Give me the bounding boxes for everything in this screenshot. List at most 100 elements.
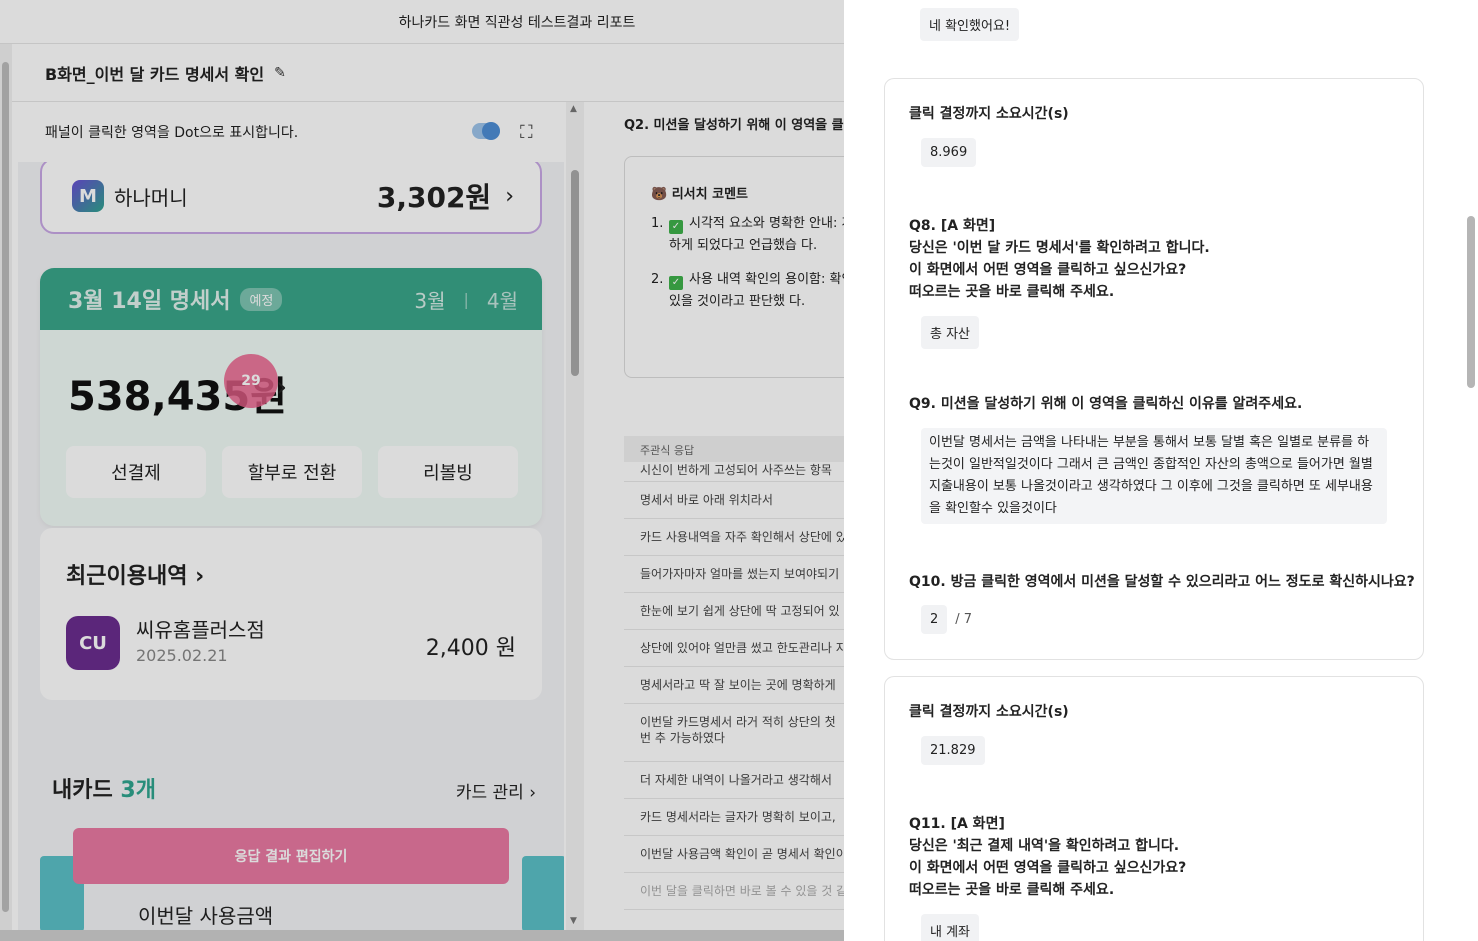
response-card: 클릭 결정까지 소요시간(s) 8.969 Q8. [A 화면] 당신은 '이번… xyxy=(884,78,1424,660)
hanamoney-amount: 3,302원 xyxy=(376,181,492,214)
answer-item: 시신이 번하게 고성되어 사주쓰는 항목 xyxy=(624,462,844,482)
scroll-up-icon[interactable]: ▲ xyxy=(570,104,577,114)
answer-item: 이번달 카드명세서 라거 적히 상단의 첫번 추 가능하였다 xyxy=(624,704,844,762)
statement-buttons: 선결제 할부로 전환 리볼빙 xyxy=(66,446,518,498)
time-label: 클릭 결정까지 소요시간(s) xyxy=(909,704,1069,720)
answer-chip: 네 확인했어요! xyxy=(920,8,1020,41)
chevron-right-icon: › xyxy=(276,370,288,403)
phone-screen-preview: M 하나머니 3,302원 › 3월 14일 명세서 예정 3월 | 4월 53… xyxy=(18,162,564,932)
comment-number: 2. xyxy=(651,272,664,287)
heatmap-panel: 패널이 클릭한 영역을 Dot으로 표시합니다. ⛶ M 하나머니 3,302원… xyxy=(12,102,584,932)
response-card: 클릭 결정까지 소요시간(s) 21.829 Q11. [A 화면] 당신은 '… xyxy=(884,676,1424,941)
dot-toggle[interactable] xyxy=(472,122,500,140)
scroll-down-icon[interactable]: ▼ xyxy=(570,916,577,926)
q8-line4: 떠오르는 곳을 바로 클릭해 주세요. xyxy=(909,284,1115,300)
left-scrollbar[interactable] xyxy=(0,44,12,934)
my-cards-label: 내카드 xyxy=(52,778,113,803)
comment-text: 시각적 요소와 명확한 안내: 게 클릭하게 되었다고 언급했습 다. xyxy=(669,216,844,253)
hanamoney-logo-icon: M xyxy=(72,180,104,212)
answer-list-header: 주관식 응답 xyxy=(624,436,844,462)
q8-answer: 총 자산 xyxy=(921,316,980,349)
comment-item: 1. ✓시각적 요소와 명확한 안내: 게 클릭하게 되었다고 언급했습 다. xyxy=(651,213,844,257)
screen-title: B화면_이번 달 카드 명세서 확인 xyxy=(45,64,265,84)
time-value: 8.969 xyxy=(921,138,977,167)
q11-answer: 내 계좌 xyxy=(921,914,980,941)
this-month-amount-label: 이번달 사용금액 xyxy=(138,904,274,928)
q10-value: 2 xyxy=(921,605,948,634)
comment-text: 사용 내역 확인의 용이함: 확인할 수 있을 것이라고 판단했 다. xyxy=(669,272,844,309)
answer-item: 카드 사용내역을 자주 확인해서 상단에 있 xyxy=(624,519,844,556)
drawer-scrollbar[interactable] xyxy=(1464,0,1478,941)
response-detail-drawer: 네 확인했어요! 클릭 결정까지 소요시간(s) 8.969 Q8. [A 화면… xyxy=(844,0,1478,941)
check-icon: ✓ xyxy=(669,220,683,234)
my-cards-title: 내카드 3개 xyxy=(52,772,156,804)
answer-item: 이번 달을 클릭하면 바로 볼 수 있을 것 같 xyxy=(624,873,844,910)
q8-line3: 이 화면에서 어떤 영역을 클릭하고 싶으신가요? xyxy=(909,262,1187,278)
edit-response-button[interactable]: 응답 결과 편집하기 xyxy=(73,828,509,884)
hanamoney-label: 하나머니 xyxy=(114,185,188,210)
middle-scrollbar[interactable]: ▲ ▼ xyxy=(566,102,584,930)
my-cards-count: 3개 xyxy=(120,778,156,803)
research-comment-title: 🐻 리서치 코멘트 xyxy=(651,187,748,202)
comment-item: 2. ✓사용 내역 확인의 용이함: 확인할 수 있을 것이라고 판단했 다. xyxy=(651,269,844,313)
research-comment-box: 🐻 리서치 코멘트 1. ✓시각적 요소와 명확한 안내: 게 클릭하게 되었다… xyxy=(624,156,844,378)
horizontal-scrollbar[interactable] xyxy=(0,930,844,941)
store-amount: 2,400 원 xyxy=(425,636,516,661)
expand-icon[interactable]: ⛶ xyxy=(520,122,533,143)
q10-scale-max: / 7 xyxy=(955,612,973,627)
answer-item: 이번달 사용금액 확인이 곧 명세서 확인이 xyxy=(624,836,844,873)
statement-header: 3월 14일 명세서 예정 3월 | 4월 xyxy=(40,268,542,330)
cu-logo-icon: CU xyxy=(66,616,120,670)
store-date: 2025.02.21 xyxy=(136,646,228,665)
answer-item: 상단에 있어야 얼만큼 썼고 한도관리나 지 xyxy=(624,630,844,667)
analysis-panel: Q2. 미션을 달성하기 위해 이 영역을 클릭 🐻 리서치 코멘트 1. ✓ 시… xyxy=(584,102,844,930)
store-name: 씨유홈플러스점 xyxy=(136,618,265,642)
drawer-scrollbar-thumb[interactable] xyxy=(1467,216,1475,388)
revolving-button: 리볼빙 xyxy=(378,446,518,498)
prepay-button: 선결제 xyxy=(66,446,206,498)
comment-number: 1. xyxy=(651,216,664,231)
q11-line3: 이 화면에서 어떤 영역을 클릭하고 싶으신가요? xyxy=(909,860,1187,876)
time-label: 클릭 결정까지 소요시간(s) xyxy=(909,106,1069,122)
comment-list: 1. ✓시각적 요소와 명확한 안내: 게 클릭하게 되었다고 언급했습 다. … xyxy=(651,213,844,325)
time-value: 21.829 xyxy=(921,736,985,765)
month-next: 4월 xyxy=(486,288,518,313)
screen-header: B화면_이번 달 카드 명세서 확인 ✎ xyxy=(12,44,844,102)
hanamoney-card: M 하나머니 3,302원 › xyxy=(40,162,542,234)
q11-line4: 떠오르는 곳을 바로 클릭해 주세요. xyxy=(909,882,1115,898)
q11-line2: 당신은 '최근 결제 내역'을 확인하려고 합니다. xyxy=(909,838,1180,854)
click-dot: 29 xyxy=(224,354,278,408)
q8-line2: 당신은 '이번 달 카드 명세서'를 확인하려고 합니다. xyxy=(909,240,1210,256)
middle-scrollbar-thumb[interactable] xyxy=(571,170,579,376)
dot-caption: 패널이 클릭한 영역을 Dot으로 표시합니다. xyxy=(45,125,299,141)
chevron-right-icon: › xyxy=(505,183,514,209)
report-background: 하나카드 화면 직관성 테스트결과 리포트 B화면_이번 달 카드 명세서 확인… xyxy=(0,0,844,941)
q11-line1: Q11. [A 화면] xyxy=(909,816,1005,832)
card-thumbnail xyxy=(522,856,564,932)
q9-title: Q9. 미션을 달성하기 위해 이 영역을 클릭하신 이유를 알려주세요. xyxy=(909,396,1303,412)
answer-list: 시신이 번하게 고성되어 사주쓰는 항목 명세서 바로 아래 위치라서 카드 사… xyxy=(624,462,844,910)
card-manage-link: 카드 관리 › xyxy=(455,783,536,803)
installment-button: 할부로 전환 xyxy=(222,446,362,498)
q8-line1: Q8. [A 화면] xyxy=(909,218,996,234)
recent-usage-card: 최근이용내역 › CU 씨유홈플러스점 2025.02.21 2,400 원 xyxy=(40,528,542,700)
question-title: Q2. 미션을 달성하기 위해 이 영역을 클릭 xyxy=(624,118,844,133)
edit-icon[interactable]: ✎ xyxy=(274,65,286,81)
report-header: 하나카드 화면 직관성 테스트결과 리포트 xyxy=(0,0,844,44)
answer-item: 명세서라고 딱 잘 보이는 곳에 명확하게 xyxy=(624,667,844,704)
statement-badge: 예정 xyxy=(240,287,283,311)
statement-card: 3월 14일 명세서 예정 3월 | 4월 538,435원 › 29 선결제 … xyxy=(40,268,542,526)
answer-item: 더 자세한 내역이 나올거라고 생각해서 xyxy=(624,762,844,799)
answer-item: 들어가자마자 얼마를 썼는지 보여야되기 xyxy=(624,556,844,593)
answer-item: 한눈에 보기 쉽게 상단에 딱 고정되어 있 xyxy=(624,593,844,630)
statement-date: 3월 14일 명세서 xyxy=(68,289,231,314)
q10-title: Q10. 방금 클릭한 영역에서 미션을 달성할 수 있으리라고 어느 정도로 … xyxy=(909,574,1415,590)
answer-item: 명세서 바로 아래 위치라서 xyxy=(624,482,844,519)
month-separator: | xyxy=(463,289,469,309)
answer-item: 카드 명세서라는 글자가 명확히 보이고, xyxy=(624,799,844,836)
q9-answer: 이번달 명세서는 금액을 나타내는 부분을 통해서 보통 달별 혹은 일별로 분… xyxy=(921,428,1387,524)
q10-scale: 2 / 7 xyxy=(921,605,972,634)
left-scrollbar-thumb[interactable] xyxy=(2,62,9,912)
recent-usage-title: 최근이용내역 › xyxy=(66,564,205,589)
report-title: 하나카드 화면 직관성 테스트결과 리포트 xyxy=(398,14,636,31)
